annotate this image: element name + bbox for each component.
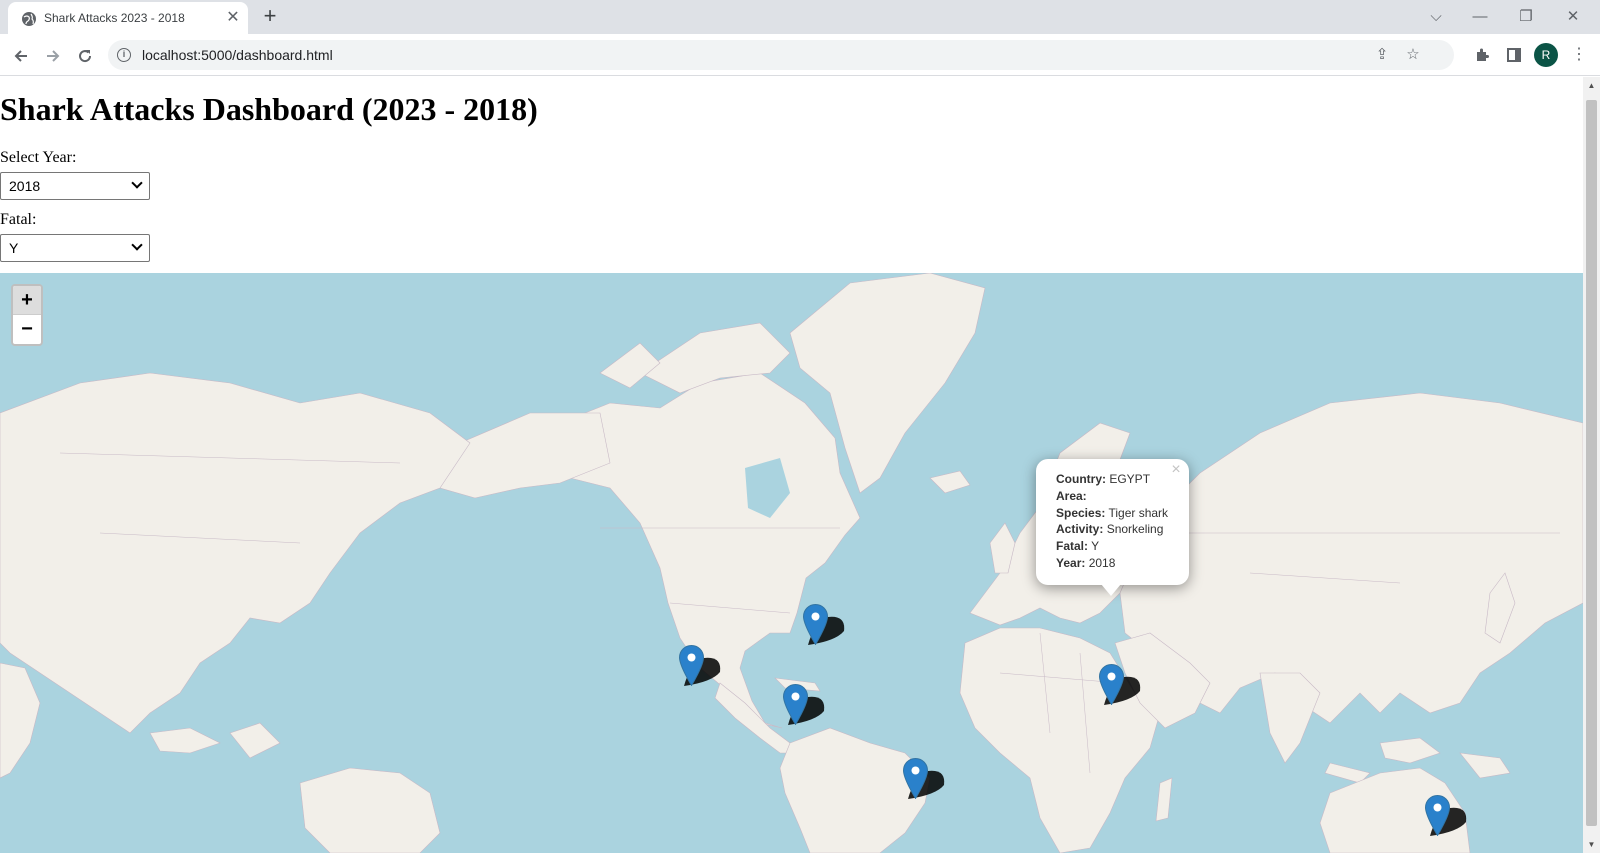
popup-year-label: Year: xyxy=(1056,555,1086,570)
popup-country-label: Country: xyxy=(1056,472,1106,486)
popup-close-icon[interactable]: × xyxy=(1168,462,1184,478)
extensions-icon[interactable] xyxy=(1470,43,1494,67)
scroll-down-icon[interactable]: ▼ xyxy=(1587,840,1596,849)
marker-caribbean[interactable] xyxy=(782,683,809,726)
map-pin-icon xyxy=(1424,794,1451,837)
info-icon[interactable]: i xyxy=(117,48,131,62)
side-panel-icon[interactable] xyxy=(1502,43,1526,67)
popup-activity-row: Activity: Snorkeling xyxy=(1056,521,1179,538)
minimize-icon[interactable]: — xyxy=(1462,5,1498,29)
fatal-select-value: Y xyxy=(9,240,19,256)
reload-icon[interactable] xyxy=(71,42,99,70)
popup-area-label: Area: xyxy=(1056,488,1087,503)
chevron-down-icon xyxy=(131,239,143,251)
map-pin-icon xyxy=(782,683,809,726)
page-title: Shark Attacks Dashboard (2023 - 2018) xyxy=(0,91,538,127)
scroll-up-icon[interactable]: ▲ xyxy=(1587,81,1596,90)
new-tab-button[interactable]: + xyxy=(258,5,282,29)
scrollbar-thumb[interactable] xyxy=(1586,100,1597,826)
back-icon[interactable] xyxy=(7,42,35,70)
fatal-select[interactable]: Y xyxy=(0,234,150,262)
tab-strip: Shark Attacks 2023 - 2018 ✕ + ⌵ — ❐ ✕ xyxy=(0,0,1600,34)
year-select-value: 2018 xyxy=(9,178,41,194)
menu-icon[interactable]: ⋮ xyxy=(1567,43,1591,67)
map-pin-icon xyxy=(1098,663,1125,706)
popup-country-row: Country: EGYPT xyxy=(1056,471,1179,488)
map-tiles xyxy=(0,273,1583,853)
popup-tip xyxy=(1101,584,1121,596)
popup-fatal-row: Fatal: Y xyxy=(1056,538,1179,555)
zoom-out-button[interactable]: − xyxy=(13,315,41,344)
land-india xyxy=(1259,672,1321,764)
popup-country-value: EGYPT xyxy=(1109,472,1151,486)
popup-year-row: Year: 2018 xyxy=(1056,555,1179,572)
fatal-label: Fatal: xyxy=(0,211,37,228)
marker-western-usa[interactable] xyxy=(678,644,705,687)
share-icon[interactable]: ⇪ xyxy=(1372,45,1392,65)
star-icon[interactable]: ☆ xyxy=(1403,45,1423,65)
chevron-down-icon xyxy=(131,177,143,189)
chevron-down-icon[interactable]: ⌵ xyxy=(1418,5,1454,29)
year-label: Select Year: xyxy=(0,149,77,166)
browser-tab[interactable]: Shark Attacks 2023 - 2018 ✕ xyxy=(8,2,248,34)
popup-species-row: Species: Tiger shark xyxy=(1056,505,1179,522)
address-bar[interactable]: i localhost:5000/dashboard.html ⇪ ☆ xyxy=(108,40,1454,70)
map-pin-icon xyxy=(802,603,829,646)
map-pin-icon xyxy=(902,757,929,800)
page-content: Shark Attacks Dashboard (2023 - 2018) Se… xyxy=(0,77,1583,853)
maximize-icon[interactable]: ❐ xyxy=(1508,5,1544,29)
land-asia-wrap xyxy=(0,372,471,734)
popup-year-value: 2018 xyxy=(1088,555,1116,570)
land-australia-wrap xyxy=(299,767,441,853)
close-icon[interactable]: ✕ xyxy=(1555,5,1591,29)
popup-activity-value: Snorkeling xyxy=(1106,522,1164,537)
popup-area-row: Area: xyxy=(1056,488,1179,505)
profile-avatar[interactable]: R xyxy=(1534,43,1558,67)
globe-icon xyxy=(22,12,36,26)
url-text[interactable]: localhost:5000/dashboard.html xyxy=(142,47,333,63)
world-map[interactable]: + − xyxy=(0,273,1583,853)
popup-fatal-value: Y xyxy=(1091,539,1100,554)
popup-fatal-label: Fatal: xyxy=(1056,539,1089,554)
page-scrollbar[interactable]: ▲ ▼ xyxy=(1583,77,1600,853)
zoom-in-button[interactable]: + xyxy=(13,286,41,315)
marker-egypt[interactable] xyxy=(1098,663,1125,706)
year-select[interactable]: 2018 xyxy=(0,172,150,200)
land-alaska xyxy=(439,412,611,499)
popup-activity-label: Activity: xyxy=(1056,522,1104,537)
marker-popup: Country: EGYPT Area: Species: Tiger shar… xyxy=(1036,459,1189,585)
marker-eastern-usa[interactable] xyxy=(802,603,829,646)
zoom-control: + − xyxy=(11,284,43,346)
map-pin-icon xyxy=(678,644,705,687)
popup-species-value: Tiger shark xyxy=(1108,505,1169,520)
tab-title: Shark Attacks 2023 - 2018 xyxy=(44,11,185,25)
popup-species-label: Species: xyxy=(1056,505,1106,520)
marker-brazil[interactable] xyxy=(902,757,929,800)
tab-close-icon[interactable]: ✕ xyxy=(223,8,243,28)
forward-icon[interactable] xyxy=(39,42,67,70)
browser-toolbar: i localhost:5000/dashboard.html ⇪ ☆ R ⋮ xyxy=(0,34,1600,76)
marker-australia[interactable] xyxy=(1424,794,1451,837)
